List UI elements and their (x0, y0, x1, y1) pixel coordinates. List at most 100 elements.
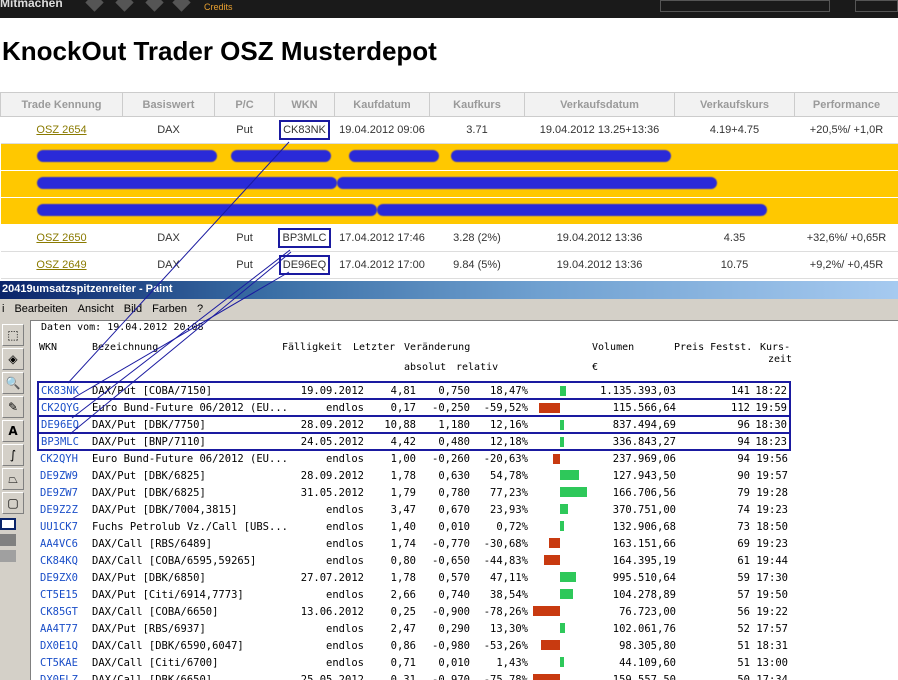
cell-rel: -75,78% (483, 673, 528, 680)
header-trade-kennung: Trade Kennung (0, 92, 123, 117)
menu-bearbeiten[interactable]: Bearbeiten (14, 303, 67, 315)
cell-abs: -0,260 (432, 453, 470, 465)
cell-fal: endlos (326, 537, 364, 550)
cell-pf: 90 (737, 469, 750, 482)
cell-abs: 0,740 (438, 588, 470, 601)
cell-verkaufsdatum: 19.04.2012 13.25+13:36 (524, 116, 675, 144)
table-row: UU1CK7 Fuchs Petrolub Vz./Call [UBS... end… (38, 518, 790, 535)
trade-link[interactable]: OSZ 2649 (0, 251, 123, 279)
table-row: BP3MLC DAX/Put [BNP/7110] 24.05.2012 4,42 0,… (37, 432, 791, 451)
negative-change-bar (533, 674, 560, 680)
menu-bild[interactable]: Bild (124, 303, 142, 315)
cell-wkn: DE9Z2Z (40, 503, 78, 516)
redacted-row (0, 170, 898, 198)
header-verkaufskurs: Verkaufskurs (674, 92, 795, 117)
color-swatch[interactable] (0, 534, 16, 546)
nav-diamond-icon[interactable] (172, 0, 191, 12)
cell-basiswert: DAX (122, 251, 215, 279)
cell-let: 1,79 (390, 486, 416, 499)
cell-rel: -59,52% (471, 398, 530, 417)
cell-bar (530, 535, 590, 552)
cell-bez: DAX/Put [BNP/7110] (90, 432, 290, 451)
redaction-scribble (36, 149, 217, 162)
cell-rel: 47,11% (490, 571, 528, 584)
umsatz-table: CK83NK DAX/Put [COBA/7150] 19.09.2012 4,81 0… (37, 381, 791, 680)
trades-header-row: Trade Kennung Basiswert P/C WKN Kaufdatu… (0, 92, 898, 117)
select-rect-icon[interactable]: ⬚ (2, 324, 24, 346)
credits-label[interactable]: Credits (204, 2, 233, 12)
nav-box[interactable] (855, 0, 898, 12)
color-swatch[interactable] (0, 518, 16, 530)
cell-performance: +9,2%/ +0,45R (794, 251, 898, 279)
menu-ansicht[interactable]: Ansicht (78, 303, 114, 315)
redaction-scribble (376, 203, 767, 216)
cell-bez: DAX/Put [DBK/7004,3815] (92, 503, 238, 516)
cell-let: 2,66 (390, 588, 416, 601)
table-row: DX0ELZ DAX/Call [DBK/6650] 25.05.2012 0,31 -… (38, 671, 790, 680)
cell-wkn: CK2QYH (40, 453, 78, 465)
cell-wkn: CK85GT (40, 605, 78, 618)
cell-fal: endlos (289, 398, 366, 417)
fill-bucket-icon[interactable]: ◈ (2, 348, 24, 370)
color-swatch[interactable] (0, 550, 16, 562)
positive-change-bar (559, 504, 569, 514)
redacted-row (0, 143, 898, 171)
cell-wkn: UU1CK7 (40, 520, 78, 533)
nav-diamond-icon[interactable] (115, 0, 134, 12)
cell-kz: 19:57 (756, 469, 788, 482)
curve-tool-icon[interactable]: ∫ (2, 444, 24, 466)
text-tool-icon[interactable]: A (2, 420, 24, 442)
paint-menu-bar: i Bearbeiten Ansicht Bild Farben ? (0, 300, 203, 318)
trade-link[interactable]: OSZ 2654 (0, 116, 123, 144)
cell-rel: 12,16% (471, 415, 530, 434)
polygon-tool-icon[interactable]: ⏢ (2, 468, 24, 490)
paint-title-bar[interactable]: 20419umsatzspitzenreiter - Paint (0, 281, 898, 299)
cell-let: 4,81 (365, 381, 418, 400)
cell-bar (530, 518, 590, 535)
positive-change-bar (559, 657, 564, 667)
cell-kz: 17:30 (756, 571, 788, 584)
paint-canvas[interactable]: Daten vom: 19.04.2012 20:08 WKN Bezeichn… (30, 320, 898, 680)
menu-item[interactable]: i (2, 303, 4, 315)
table-row: DE96EQ DAX/Put [DBK/7750] 28.09.2012 10,88 1… (37, 415, 791, 434)
cell-bez: DAX/Put [Citi/6914,7773] (92, 588, 244, 601)
cell-pf: 73 (737, 520, 750, 533)
menu-help[interactable]: ? (197, 303, 203, 315)
redaction-scribble (36, 203, 377, 216)
wkn-highlight-box: CK83NK (279, 120, 330, 140)
cell-vol: 164.395,19 (612, 554, 676, 567)
col-euro: € (592, 362, 599, 373)
cell-wkn: CK83NK (274, 116, 335, 144)
cell-let: 2,47 (390, 622, 416, 635)
cell-abs: 0,670 (438, 503, 470, 516)
menu-farben[interactable]: Farben (152, 303, 187, 315)
header-kaufkurs: Kaufkurs (429, 92, 525, 117)
cell-bez: DAX/Put [RBS/6937] (92, 622, 206, 635)
trade-link[interactable]: OSZ 2650 (0, 224, 123, 252)
nav-diamond-icon[interactable] (145, 0, 164, 12)
cell-abs: 0,570 (438, 571, 470, 584)
cell-wkn: CT5E15 (40, 588, 78, 601)
header-basiswert: Basiswert (122, 92, 215, 117)
header-wkn: WKN (274, 92, 335, 117)
cell-wkn: DX0ELZ (40, 673, 78, 680)
cell-let: 0,80 (390, 554, 416, 567)
positive-change-bar (559, 470, 580, 480)
cell-wkn: CK84KQ (40, 554, 78, 567)
cell-kz: 17:34 (756, 673, 788, 680)
nav-diamond-icon[interactable] (85, 0, 104, 12)
cell-rel: 23,93% (490, 503, 528, 516)
pencil-icon[interactable]: ✎ (2, 396, 24, 418)
rounded-rect-icon[interactable]: ▢ (2, 492, 24, 514)
table-row: CK2QYG Euro Bund-Future 06/2012 (EU... end… (37, 398, 791, 417)
redacted-row (0, 197, 898, 225)
cell-bez: Euro Bund-Future 06/2012 (EU... (92, 453, 288, 465)
nav-box[interactable] (660, 0, 830, 12)
magnifier-icon[interactable]: 🔍 (2, 372, 24, 394)
cell-let: 1,00 (390, 453, 416, 465)
col-veraenderung: Veränderung (404, 342, 471, 353)
table-row: CT5E15 DAX/Put [Citi/6914,7773] endlos 2,66… (38, 586, 790, 603)
cell-rel: -78,26% (483, 605, 528, 618)
table-row: DX0E1Q DAX/Call [DBK/6590,6047] endlos 0,86… (38, 637, 790, 654)
cell-kaufdatum: 19.04.2012 09:06 (334, 116, 430, 144)
